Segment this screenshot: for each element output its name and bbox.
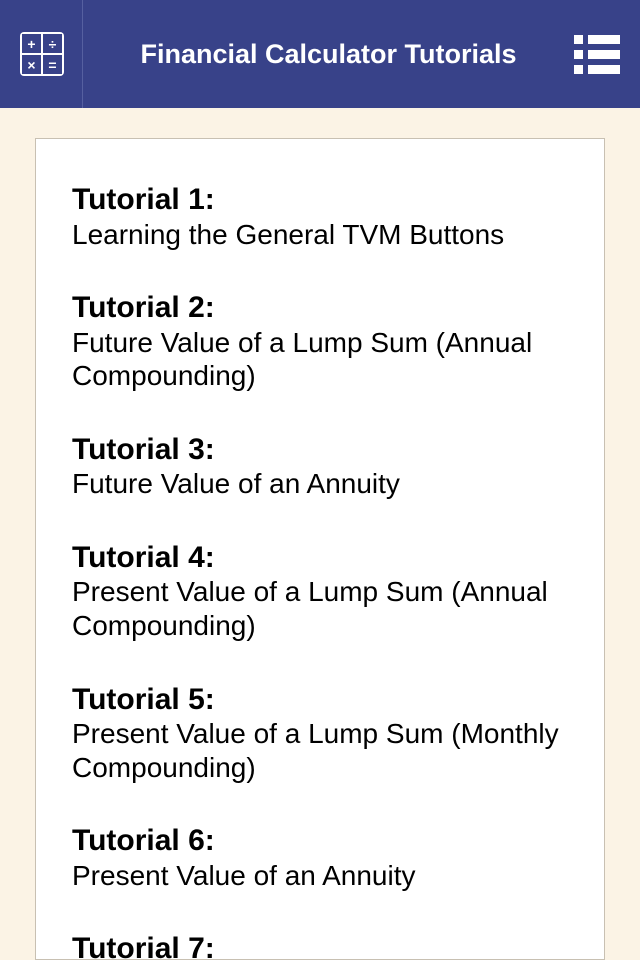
tutorial-heading: Tutorial 2: xyxy=(72,291,568,326)
list-row xyxy=(574,65,620,74)
tutorial-item[interactable]: Tutorial 1: Learning the General TVM But… xyxy=(72,183,568,251)
tutorial-item[interactable]: Tutorial 5: Present Value of a Lump Sum … xyxy=(72,683,568,785)
list-dot xyxy=(574,35,583,44)
tutorial-item[interactable]: Tutorial 3: Future Value of an Annuity xyxy=(72,433,568,501)
tutorial-item[interactable]: Tutorial 2: Future Value of a Lump Sum (… xyxy=(72,291,568,393)
list-dot xyxy=(574,50,583,59)
tutorial-desc: Present Value of a Lump Sum (Monthly Com… xyxy=(72,717,568,784)
menu-list-icon[interactable] xyxy=(574,35,620,74)
list-bar xyxy=(588,50,620,59)
tutorial-heading: Tutorial 3: xyxy=(72,433,568,468)
tutorial-desc: Present Value of a Lump Sum (Annual Comp… xyxy=(72,575,568,642)
tutorial-desc: Future Value of a Lump Sum (Annual Compo… xyxy=(72,326,568,393)
list-dot xyxy=(574,65,583,74)
tutorial-heading: Tutorial 7: xyxy=(72,932,568,960)
list-bar xyxy=(588,35,620,44)
tutorial-heading: Tutorial 5: xyxy=(72,683,568,718)
tutorial-desc: Present Value of an Annuity xyxy=(72,859,568,893)
tutorial-desc: Future Value of an Annuity xyxy=(72,467,568,501)
calc-plus: + xyxy=(22,34,41,53)
tutorial-desc: Learning the General TVM Buttons xyxy=(72,218,568,252)
tutorial-item[interactable]: Tutorial 6: Present Value of an Annuity xyxy=(72,824,568,892)
app-header: + ÷ × = Financial Calculator Tutorials xyxy=(0,0,640,108)
list-bar xyxy=(588,65,620,74)
calc-multiply: × xyxy=(22,55,41,74)
calculator-icon: + ÷ × = xyxy=(20,32,64,76)
calculator-button[interactable]: + ÷ × = xyxy=(20,0,83,108)
tutorial-heading: Tutorial 4: xyxy=(72,541,568,576)
tutorial-heading: Tutorial 1: xyxy=(72,183,568,218)
list-row xyxy=(574,50,620,59)
calc-equals: = xyxy=(43,55,62,74)
tutorial-card: Tutorial 1: Learning the General TVM But… xyxy=(35,138,605,960)
page-title: Financial Calculator Tutorials xyxy=(83,38,574,70)
tutorial-item[interactable]: Tutorial 4: Present Value of a Lump Sum … xyxy=(72,541,568,643)
calc-divide: ÷ xyxy=(43,34,62,53)
list-row xyxy=(574,35,620,44)
tutorial-heading: Tutorial 6: xyxy=(72,824,568,859)
content-area: Tutorial 1: Learning the General TVM But… xyxy=(0,108,640,960)
tutorial-item[interactable]: Tutorial 7: xyxy=(72,932,568,960)
